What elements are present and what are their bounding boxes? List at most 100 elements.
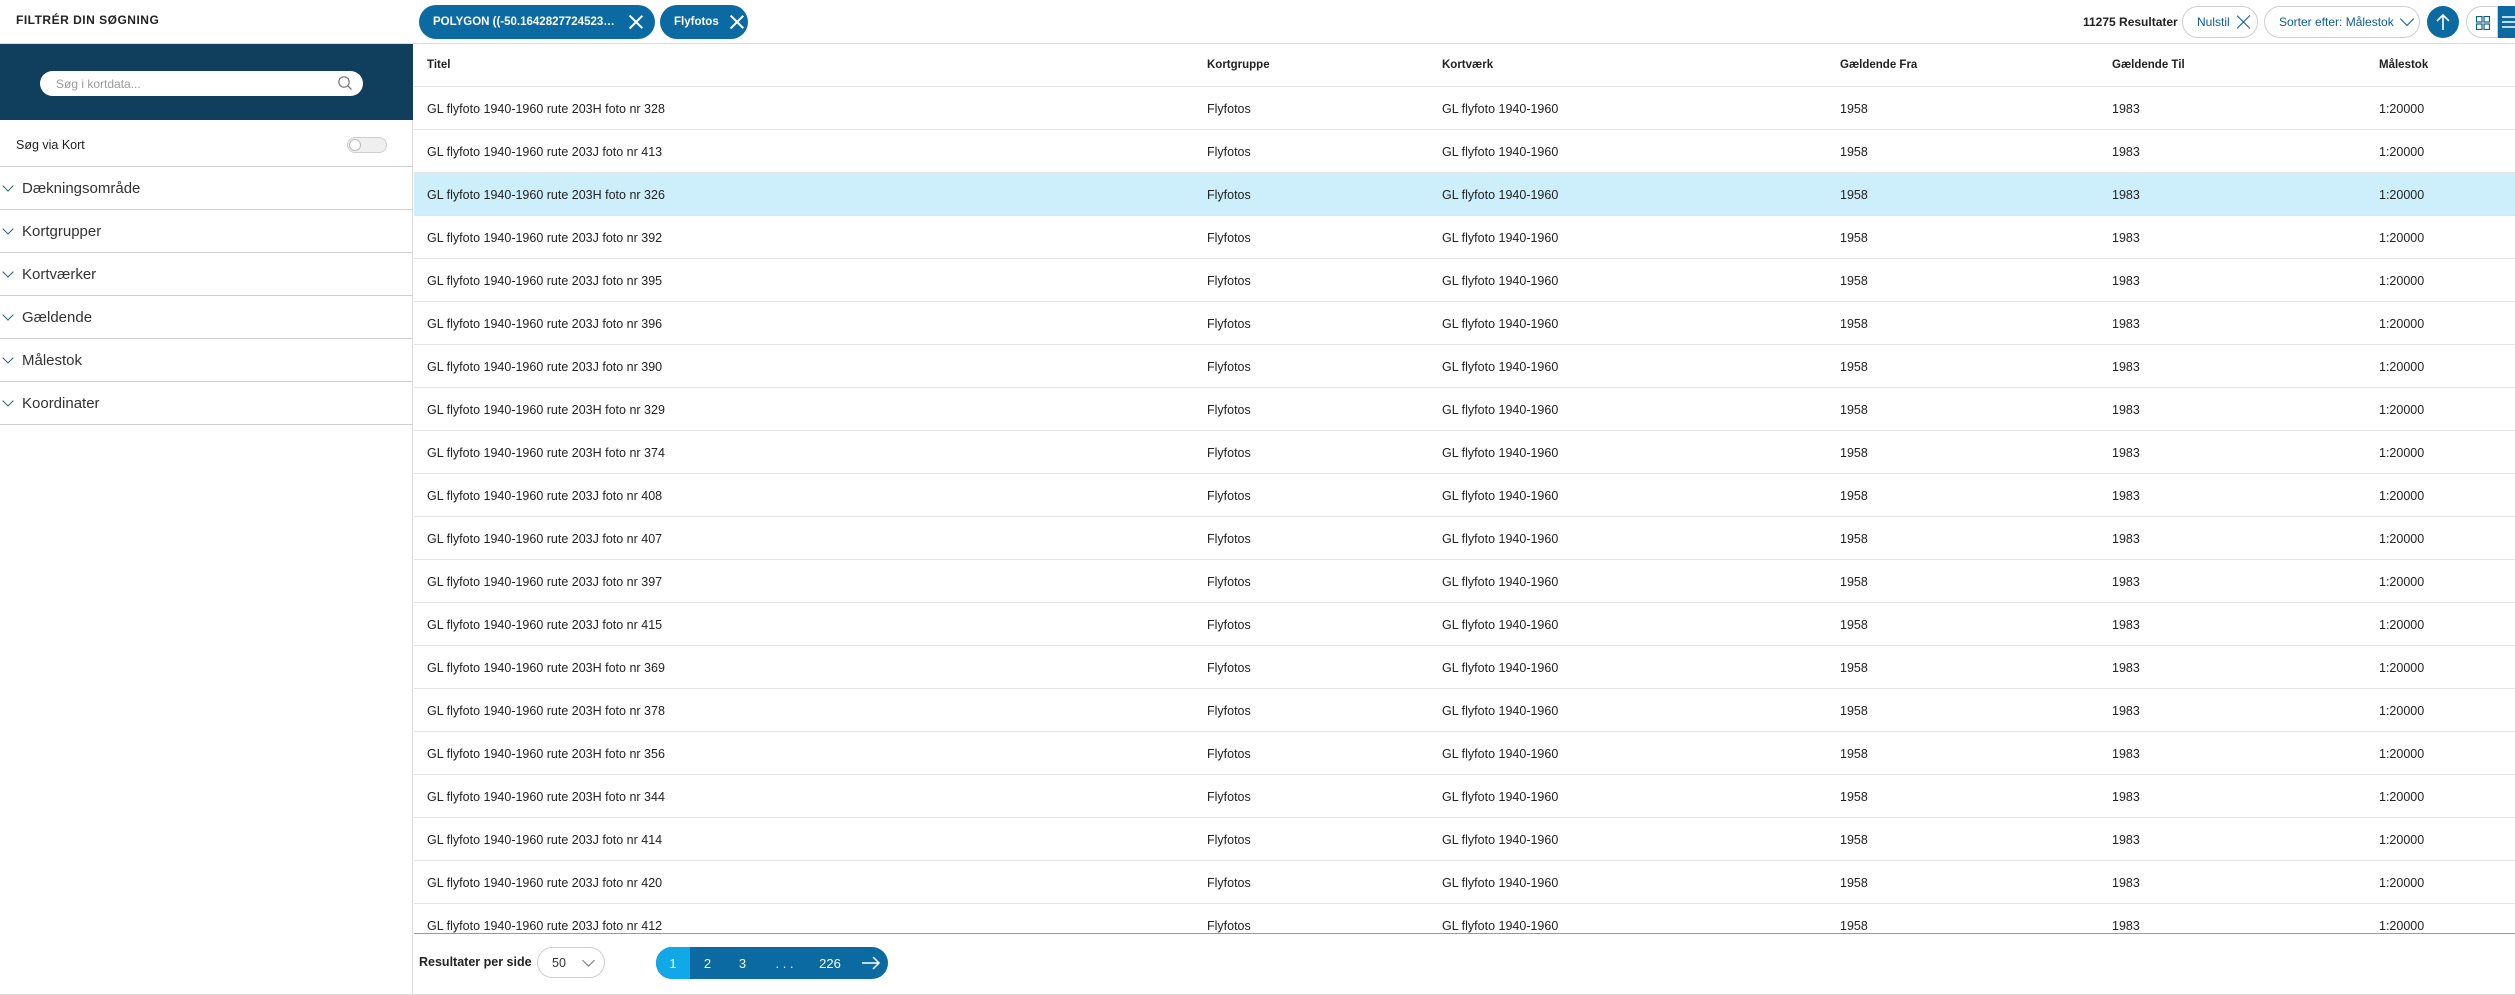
table-row[interactable]: GL flyfoto 1940-1960 rute 203J foto nr 3… bbox=[414, 559, 2515, 602]
table-row[interactable]: GL flyfoto 1940-1960 rute 203J foto nr 4… bbox=[414, 860, 2515, 903]
table-row[interactable]: GL flyfoto 1940-1960 rute 203J foto nr 3… bbox=[414, 344, 2515, 387]
facet-kortværker[interactable]: Kortværker bbox=[0, 253, 413, 296]
column-header-1[interactable]: Kortgruppe bbox=[1207, 59, 1270, 71]
reset-button[interactable]: Nulstil bbox=[2182, 6, 2258, 38]
column-header-5[interactable]: Målestok bbox=[2379, 59, 2428, 71]
table-row[interactable]: GL flyfoto 1940-1960 rute 203J foto nr 4… bbox=[414, 602, 2515, 645]
search-box[interactable] bbox=[40, 71, 363, 96]
sort-select[interactable]: Sorter efter: Målestok bbox=[2264, 6, 2420, 38]
search-icon[interactable] bbox=[337, 75, 353, 91]
cell-valid-from: 1958 bbox=[1840, 790, 1868, 804]
table-row[interactable]: GL flyfoto 1940-1960 rute 203J foto nr 3… bbox=[414, 258, 2515, 301]
chevron-down-icon bbox=[2399, 11, 2414, 27]
list-view-button[interactable] bbox=[2498, 6, 2515, 38]
chevron-down-icon bbox=[2, 266, 14, 278]
app-window: FILTRÉR DIN SØGNING POLYGON ((-50.164282… bbox=[0, 0, 2515, 995]
cell-valid-from: 1958 bbox=[1840, 876, 1868, 890]
cell-map-series: GL flyfoto 1940-1960 bbox=[1442, 575, 1559, 589]
cell-valid-from: 1958 bbox=[1840, 317, 1868, 331]
table-row[interactable]: GL flyfoto 1940-1960 rute 203H foto nr 3… bbox=[414, 645, 2515, 688]
column-header-2[interactable]: Kortværk bbox=[1442, 59, 1493, 71]
cell-valid-from: 1958 bbox=[1840, 102, 1868, 116]
cell-title: GL flyfoto 1940-1960 rute 203J foto nr 3… bbox=[427, 274, 663, 288]
cell-map-series: GL flyfoto 1940-1960 bbox=[1442, 532, 1559, 546]
cell-map-series: GL flyfoto 1940-1960 bbox=[1442, 446, 1559, 460]
cell-valid-to: 1983 bbox=[2112, 102, 2140, 116]
cell-map-series: GL flyfoto 1940-1960 bbox=[1442, 661, 1559, 675]
close-icon bbox=[2235, 13, 2253, 31]
page-button-4[interactable]: 226 bbox=[809, 947, 851, 979]
cell-valid-to: 1983 bbox=[2112, 661, 2140, 675]
table-row[interactable]: GL flyfoto 1940-1960 rute 203H foto nr 3… bbox=[414, 774, 2515, 817]
cell-scale: 1:20000 bbox=[2379, 317, 2425, 331]
cell-scale: 1:20000 bbox=[2379, 790, 2425, 804]
cell-title: GL flyfoto 1940-1960 rute 203H foto nr 3… bbox=[427, 446, 665, 460]
table-row[interactable]: GL flyfoto 1940-1960 rute 203H foto nr 3… bbox=[414, 688, 2515, 731]
page-button-2[interactable]: 3 bbox=[725, 947, 760, 979]
cell-map-group: Flyfotos bbox=[1207, 102, 1251, 116]
arrow-right-icon[interactable] bbox=[861, 956, 881, 970]
cell-title: GL flyfoto 1940-1960 rute 203J foto nr 3… bbox=[427, 575, 663, 589]
filter-chip-flyfotos[interactable]: Flyfotos bbox=[660, 5, 748, 39]
sort-select-label: Sorter efter: Målestok bbox=[2279, 15, 2394, 29]
cell-map-group: Flyfotos bbox=[1207, 833, 1251, 847]
per-page-value: 50 bbox=[552, 956, 566, 970]
cell-map-series: GL flyfoto 1940-1960 bbox=[1442, 919, 1559, 933]
table-row[interactable]: GL flyfoto 1940-1960 rute 203J foto nr 4… bbox=[414, 516, 2515, 559]
cell-valid-to: 1983 bbox=[2112, 575, 2140, 589]
filter-chip-polygon[interactable]: POLYGON ((-50.16428277245238 ... bbox=[419, 5, 655, 39]
page-button-0[interactable]: 1 bbox=[656, 947, 690, 979]
cell-map-series: GL flyfoto 1940-1960 bbox=[1442, 833, 1559, 847]
sort-direction-button[interactable] bbox=[2427, 6, 2459, 38]
close-icon[interactable] bbox=[626, 12, 646, 32]
table-row[interactable]: GL flyfoto 1940-1960 rute 203J foto nr 4… bbox=[414, 903, 2515, 933]
table-row[interactable]: GL flyfoto 1940-1960 rute 203H foto nr 3… bbox=[414, 387, 2515, 430]
cell-scale: 1:20000 bbox=[2379, 532, 2425, 546]
column-header-0[interactable]: Titel bbox=[427, 59, 450, 71]
per-page-select[interactable]: 50 bbox=[537, 947, 605, 978]
table-row[interactable]: GL flyfoto 1940-1960 rute 203H foto nr 3… bbox=[414, 172, 2515, 215]
cell-map-group: Flyfotos bbox=[1207, 919, 1251, 933]
search-panel bbox=[0, 44, 413, 120]
column-header-4[interactable]: Gældende Til bbox=[2112, 59, 2185, 71]
table-row[interactable]: GL flyfoto 1940-1960 rute 203J foto nr 4… bbox=[414, 473, 2515, 516]
facet-gældende[interactable]: Gældende bbox=[0, 296, 413, 339]
table-row[interactable]: GL flyfoto 1940-1960 rute 203H foto nr 3… bbox=[414, 731, 2515, 774]
divider bbox=[414, 933, 2515, 934]
grid-view-button[interactable] bbox=[2466, 6, 2498, 38]
cell-map-series: GL flyfoto 1940-1960 bbox=[1442, 876, 1559, 890]
cell-map-group: Flyfotos bbox=[1207, 661, 1251, 675]
map-search-toggle[interactable] bbox=[347, 137, 387, 153]
chevron-down-icon bbox=[2, 395, 14, 407]
page-button-3[interactable]: . . . bbox=[760, 947, 809, 979]
cell-valid-to: 1983 bbox=[2112, 231, 2140, 245]
facet-kortgrupper[interactable]: Kortgrupper bbox=[0, 210, 413, 253]
table-row[interactable]: GL flyfoto 1940-1960 rute 203J foto nr 4… bbox=[414, 129, 2515, 172]
cell-map-group: Flyfotos bbox=[1207, 618, 1251, 632]
table-row[interactable]: GL flyfoto 1940-1960 rute 203H foto nr 3… bbox=[414, 430, 2515, 473]
chevron-down-icon bbox=[2, 309, 14, 321]
cell-map-series: GL flyfoto 1940-1960 bbox=[1442, 704, 1559, 718]
cell-map-group: Flyfotos bbox=[1207, 446, 1251, 460]
facet-dækningsområde[interactable]: Dækningsområde bbox=[0, 167, 413, 210]
cell-title: GL flyfoto 1940-1960 rute 203J foto nr 3… bbox=[427, 317, 663, 331]
facet-målestok[interactable]: Målestok bbox=[0, 339, 413, 382]
table-row[interactable]: GL flyfoto 1940-1960 rute 203J foto nr 4… bbox=[414, 817, 2515, 860]
table-row[interactable]: GL flyfoto 1940-1960 rute 203J foto nr 3… bbox=[414, 215, 2515, 258]
cell-valid-from: 1958 bbox=[1840, 489, 1868, 503]
toggle-knob bbox=[349, 139, 361, 151]
cell-valid-to: 1983 bbox=[2112, 446, 2140, 460]
cell-map-series: GL flyfoto 1940-1960 bbox=[1442, 102, 1559, 116]
facet-koordinater[interactable]: Koordinater bbox=[0, 382, 413, 425]
cell-map-group: Flyfotos bbox=[1207, 876, 1251, 890]
list-icon bbox=[2502, 16, 2515, 28]
table-row[interactable]: GL flyfoto 1940-1960 rute 203J foto nr 3… bbox=[414, 301, 2515, 344]
cell-map-series: GL flyfoto 1940-1960 bbox=[1442, 145, 1559, 159]
search-input[interactable] bbox=[56, 75, 326, 92]
cell-valid-from: 1958 bbox=[1840, 618, 1868, 632]
column-header-3[interactable]: Gældende Fra bbox=[1840, 59, 1917, 71]
close-icon[interactable] bbox=[727, 12, 747, 32]
page-button-1[interactable]: 2 bbox=[690, 947, 725, 979]
table-row[interactable]: GL flyfoto 1940-1960 rute 203H foto nr 3… bbox=[414, 86, 2515, 129]
facet-label: Dækningsområde bbox=[22, 180, 141, 197]
